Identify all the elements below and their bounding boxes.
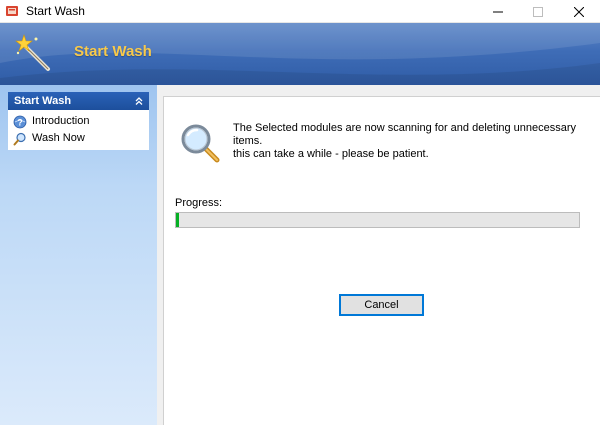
sidebar-panel-header[interactable]: Start Wash <box>8 92 149 110</box>
sidebar-item-wash-now[interactable]: Wash Now <box>8 130 149 147</box>
status-message-line: this can take a while - please be patien… <box>233 148 429 160</box>
sidebar-panel: Start Wash ? Introduction Wash Now <box>8 92 149 150</box>
minimize-button[interactable] <box>479 0 517 23</box>
help-globe-icon: ? <box>13 115 27 129</box>
sidebar-item-introduction[interactable]: ? Introduction <box>8 113 149 130</box>
magnifier-icon <box>181 124 220 163</box>
status-message-line: The Selected modules are now scanning fo… <box>233 122 577 147</box>
sidebar: Start Wash ? Introduction Wash Now <box>0 85 157 425</box>
progress-fill <box>176 213 179 227</box>
progress-bar <box>175 212 580 228</box>
progress-label: Progress: <box>175 197 223 209</box>
double-chevron-up-icon[interactable] <box>133 95 145 107</box>
window-title: Start Wash <box>26 4 85 18</box>
status-message: The Selected modules are now scanning fo… <box>233 122 583 161</box>
cancel-button[interactable]: Cancel <box>339 294 424 316</box>
banner-title: Start Wash <box>74 43 152 60</box>
svg-text:?: ? <box>17 118 23 128</box>
magic-wand-icon <box>15 34 50 71</box>
app-icon <box>6 6 18 16</box>
content-panel: The Selected modules are now scanning fo… <box>163 96 600 425</box>
close-button[interactable] <box>560 0 598 23</box>
minimize-icon <box>493 11 503 12</box>
magnifier-icon <box>13 132 26 146</box>
sidebar-panel-title: Start Wash <box>14 95 72 107</box>
sidebar-item-label: Introduction <box>32 115 90 127</box>
title-bar[interactable]: Start Wash <box>0 0 600 23</box>
sidebar-item-label: Wash Now <box>32 132 85 144</box>
close-icon <box>574 6 584 17</box>
maximize-button[interactable] <box>519 0 557 23</box>
maximize-icon <box>533 6 543 17</box>
main-area: The Selected modules are now scanning fo… <box>157 85 600 425</box>
header-banner: Start Wash <box>0 23 600 85</box>
